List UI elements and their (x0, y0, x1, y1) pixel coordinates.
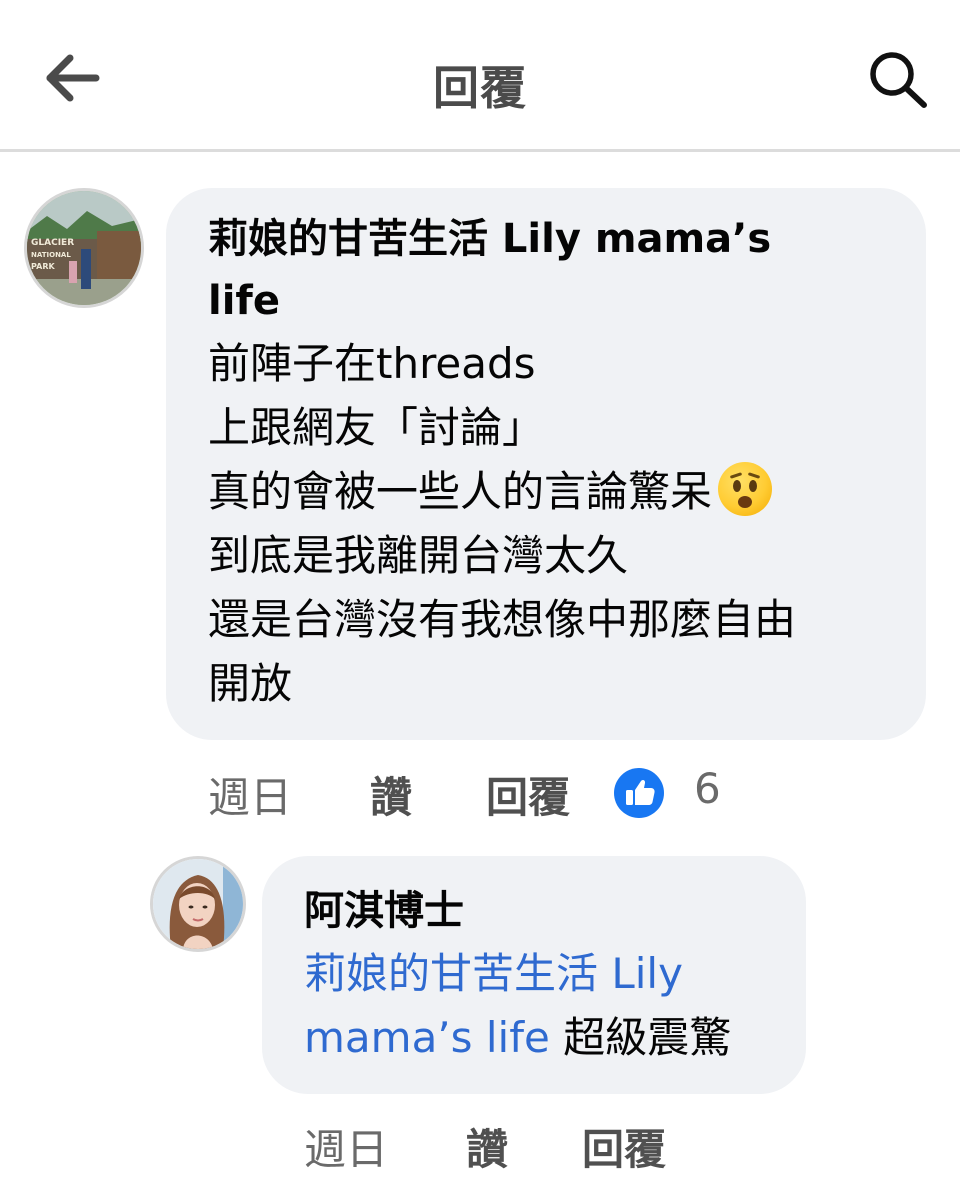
comment-body-line-3: 真的會被一些人的言論驚呆 (208, 460, 926, 524)
search-icon (870, 52, 927, 108)
reply-body-line: mama’s life 超級震驚 (304, 1006, 806, 1070)
comment-body-line-6: 開放 (208, 659, 293, 708)
comment-author-line-1: 莉娘的甘苦生活 Lily mama’s (208, 216, 772, 262)
page-title: 回覆 (433, 61, 527, 115)
reply-bubble: 阿淇博士 莉娘的甘苦生活 Lily mama’s life 超級震驚 (262, 856, 806, 1094)
comment-author-line-2: life (208, 278, 280, 324)
comment-body-line-5: 還是台灣沒有我想像中那麼自由 (208, 595, 797, 644)
avatar-sign-text-1: GLACIER (31, 238, 74, 248)
reply-avatar-photo (153, 859, 243, 949)
reply-text: 超級震驚 (563, 1013, 732, 1062)
comment-actions: 週日 讚 回覆 6 (208, 764, 768, 822)
reply-avatar[interactable] (150, 856, 246, 952)
comment-time[interactable]: 週日 (208, 764, 292, 825)
search-button[interactable] (866, 48, 932, 110)
comment-body-line-3-text: 真的會被一些人的言論驚呆 (208, 467, 713, 516)
reply-button[interactable]: 回覆 (486, 764, 570, 825)
avatar-sign-text-2: NATIONAL (31, 251, 71, 259)
like-button[interactable]: 讚 (370, 764, 412, 825)
reply-actions: 週日 讚 回覆 (304, 1116, 724, 1174)
reply-time[interactable]: 週日 (304, 1116, 388, 1177)
comment-author[interactable]: 莉娘的甘苦生活 Lily mama’s life (208, 208, 926, 332)
mention-link-line-1[interactable]: 莉娘的甘苦生活 Lily (304, 942, 806, 1006)
like-reaction-icon[interactable] (614, 768, 664, 818)
top-bar: 回覆 (0, 0, 960, 152)
comment-body-line-2: 上跟網友「討論」 (208, 403, 545, 452)
comment-body-line-4: 到底是我離開台灣太久 (208, 531, 629, 580)
mention-link-line-2[interactable]: mama’s life (304, 1013, 550, 1062)
reply-like-button[interactable]: 讚 (466, 1116, 508, 1177)
comment-bubble: 莉娘的甘苦生活 Lily mama’s life 前陣子在threads 上跟網… (166, 188, 926, 740)
reply-reply-button[interactable]: 回覆 (582, 1116, 666, 1177)
comment-body-line-1: 前陣子在threads (208, 339, 536, 388)
anguished-face-icon (718, 462, 773, 516)
avatar-sign-text-3: PARK (31, 262, 55, 271)
avatar-photo: GLACIER NATIONAL PARK (27, 191, 141, 305)
avatar[interactable]: GLACIER NATIONAL PARK (24, 188, 144, 308)
reply-author[interactable]: 阿淇博士 (304, 880, 806, 942)
reaction-count[interactable]: 6 (694, 764, 721, 813)
